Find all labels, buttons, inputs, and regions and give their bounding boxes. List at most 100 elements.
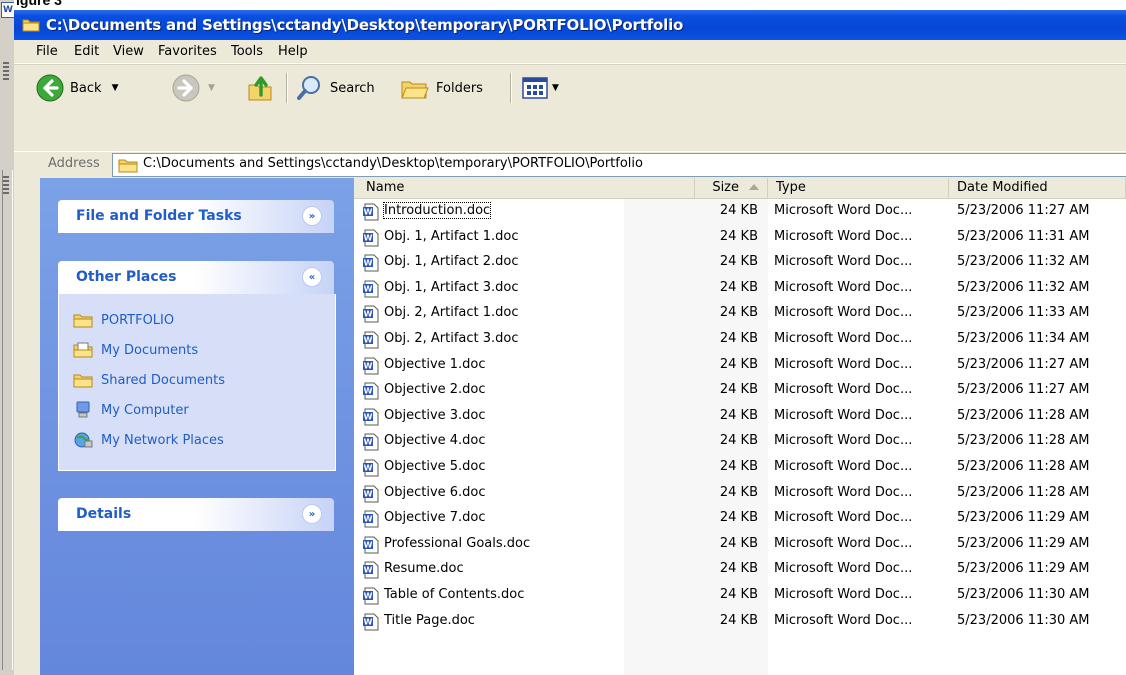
place-label: PORTFOLIO [101, 312, 175, 328]
title-bar[interactable]: C:\Documents and Settings\cctandy\Deskto… [14, 10, 1126, 40]
file-date-modified: 5/23/2006 11:27 AM [957, 356, 1090, 372]
svg-text:W: W [364, 310, 373, 319]
expand-chevron-icon[interactable]: » [302, 206, 322, 226]
file-row[interactable]: W Resume.doc 24 KB Microsoft Word Doc... 5/2… [354, 557, 1126, 583]
ruler-band [2, 170, 13, 670]
column-header-size[interactable]: Size [695, 178, 768, 198]
file-name: Professional Goals.doc [384, 535, 531, 551]
file-row[interactable]: W Objective 2.doc 24 KB Microsoft Word Doc.… [354, 378, 1126, 404]
column-header-type[interactable]: Type [768, 178, 949, 198]
file-size: 24 KB [719, 433, 758, 449]
file-type: Microsoft Word Doc... [774, 484, 913, 500]
file-row[interactable]: W Obj. 1, Artifact 3.doc 24 KB Microsoft Wo… [354, 276, 1126, 302]
file-date-modified: 5/23/2006 11:34 AM [957, 331, 1090, 346]
figure-caption: igure 3 [14, 0, 1126, 10]
column-size-label: Size [712, 180, 739, 195]
file-folder-tasks-header[interactable]: File and Folder Tasks » [58, 200, 334, 233]
views-button[interactable]: ▼ [522, 70, 559, 106]
file-name: Objective 3.doc [384, 407, 486, 423]
file-size: 24 KB [719, 561, 758, 577]
other-places-header[interactable]: Other Places « [58, 261, 334, 294]
file-size: 24 KB [719, 612, 758, 628]
file-type: Microsoft Word Doc... [774, 459, 913, 474]
menu-favorites[interactable]: Favorites [158, 44, 217, 59]
up-folder-icon [248, 76, 272, 101]
views-dropdown-icon[interactable]: ▼ [552, 83, 559, 93]
file-row[interactable]: W Table of Contents.doc 24 KB Microsoft Wor… [354, 583, 1126, 609]
file-size: 24 KB [719, 382, 758, 398]
menu-edit[interactable]: Edit [74, 44, 99, 59]
file-type: Microsoft Word Doc... [774, 382, 913, 398]
file-date-modified: 5/23/2006 11:29 AM [957, 535, 1090, 551]
views-icon [522, 77, 548, 99]
svg-text:W: W [364, 208, 373, 217]
file-name: Introduction.doc [382, 202, 492, 219]
svg-text:W: W [364, 233, 373, 242]
file-date-modified: 5/23/2006 11:28 AM [957, 484, 1090, 500]
word-document-icon: W [363, 254, 379, 272]
column-header-name[interactable]: Name [354, 178, 695, 198]
file-row[interactable]: W Obj. 1, Artifact 1.doc 24 KB Microsoft Wo… [354, 225, 1126, 251]
up-folder-button[interactable] [246, 70, 274, 106]
menu-file[interactable]: File [36, 44, 58, 59]
menu-tools[interactable]: Tools [231, 44, 263, 59]
word-document-icon: W [363, 203, 379, 221]
file-type: Microsoft Word Doc... [774, 612, 913, 628]
window-title: C:\Documents and Settings\cctandy\Deskto… [46, 16, 684, 34]
file-row[interactable]: W Obj. 2, Artifact 3.doc 24 KB Microsoft Wo… [354, 327, 1126, 353]
place-my-documents[interactable]: My Documents [73, 340, 198, 360]
my-computer-icon [76, 401, 90, 418]
file-date-modified: 5/23/2006 11:30 AM [957, 587, 1090, 602]
file-type: Microsoft Word Doc... [774, 203, 913, 218]
svg-text:W: W [364, 412, 373, 421]
folders-button[interactable]: Folders [400, 70, 483, 106]
back-dropdown-icon[interactable]: ▼ [112, 83, 119, 93]
file-row[interactable]: W Objective 3.doc 24 KB Microsoft Word Doc.… [354, 404, 1126, 430]
expand-chevron-icon[interactable]: » [302, 504, 322, 524]
file-row[interactable]: W Obj. 1, Artifact 2.doc 24 KB Microsoft Wo… [354, 250, 1126, 276]
file-name: Objective 2.doc [384, 382, 486, 398]
word-document-icon: W [363, 305, 379, 323]
details-header[interactable]: Details » [58, 498, 334, 531]
file-type: Microsoft Word Doc... [774, 254, 913, 270]
menu-help[interactable]: Help [278, 44, 308, 59]
menu-bar: File Edit View Favorites Tools Help [14, 40, 1126, 64]
folders-label: Folders [436, 80, 483, 96]
file-name: Obj. 2, Artifact 3.doc [384, 331, 519, 346]
file-size: 24 KB [719, 203, 758, 218]
file-row[interactable]: W Objective 7.doc 24 KB Microsoft Word Doc.… [354, 506, 1126, 532]
place-portfolio[interactable]: PORTFOLIO [73, 310, 174, 330]
folders-icon [401, 81, 429, 99]
svg-text:W: W [364, 592, 373, 601]
place-shared-documents[interactable]: Shared Documents [73, 370, 225, 390]
file-size: 24 KB [719, 587, 758, 602]
address-field[interactable]: C:\Documents and Settings\cctandy\Deskto… [112, 153, 1126, 177]
back-button[interactable]: Back ▼ [36, 70, 118, 106]
forward-button[interactable]: ▼ [172, 70, 215, 106]
place-my-computer[interactable]: My Computer [73, 400, 189, 420]
file-type: Microsoft Word Doc... [774, 305, 913, 321]
svg-text:W: W [364, 489, 373, 498]
search-icon [297, 76, 320, 100]
file-row[interactable]: W Objective 4.doc 24 KB Microsoft Word Doc.… [354, 429, 1126, 455]
collapse-chevron-icon[interactable]: « [302, 267, 322, 287]
file-row[interactable]: W Title Page.doc 24 KB Microsoft Word Doc..… [354, 609, 1126, 635]
place-my-network-places[interactable]: My Network Places [73, 430, 224, 450]
word-document-icon: W [363, 357, 379, 375]
column-header-date[interactable]: Date Modified [949, 178, 1126, 198]
file-row[interactable]: W Obj. 2, Artifact 1.doc 24 KB Microsoft Wo… [354, 301, 1126, 327]
menu-view[interactable]: View [113, 44, 144, 59]
file-row[interactable]: W Professional Goals.doc 24 KB Microsoft Wo… [354, 532, 1126, 558]
file-date-modified: 5/23/2006 11:28 AM [957, 459, 1090, 474]
toolbar-grip[interactable] [3, 62, 9, 80]
forward-dropdown-icon[interactable]: ▼ [208, 83, 215, 93]
file-row[interactable]: W Objective 6.doc 24 KB Microsoft Word Doc.… [354, 481, 1126, 507]
file-date-modified: 5/23/2006 11:29 AM [957, 510, 1090, 526]
search-button[interactable]: Search [296, 70, 375, 106]
file-folder-tasks-title: File and Folder Tasks [76, 208, 242, 224]
file-row[interactable]: W Objective 1.doc 24 KB Microsoft Word Doc.… [354, 353, 1126, 379]
file-row[interactable]: W Introduction.doc 24 KB Microsoft Word Doc… [354, 199, 1126, 225]
file-row[interactable]: W Objective 5.doc 24 KB Microsoft Word Doc.… [354, 455, 1126, 481]
file-type: Microsoft Word Doc... [774, 356, 913, 372]
other-places-title: Other Places [76, 269, 177, 285]
